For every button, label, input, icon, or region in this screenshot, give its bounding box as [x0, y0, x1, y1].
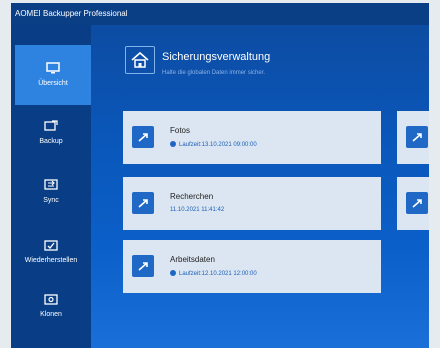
- title-bar: AOMEI Backupper Professional: [11, 3, 429, 25]
- backup-icon: [44, 120, 58, 132]
- folder-share-icon: [132, 192, 154, 214]
- task-card[interactable]: Recherchen 11.10.2021 11:41:42: [123, 177, 381, 230]
- task-card[interactable]: R: [397, 177, 429, 230]
- task-meta: Laufzeit:12.10.2021 12:00:00: [170, 270, 257, 277]
- sidebar-item-restore[interactable]: Wiederherstellen: [11, 233, 91, 293]
- folder-share-icon: [132, 255, 154, 277]
- app-window: AOMEI Backupper Professional Übersicht B…: [11, 3, 429, 348]
- sidebar-item-backup[interactable]: Backup: [11, 113, 91, 173]
- sidebar: Übersicht Backup Sync Wiederherstellen K: [11, 25, 91, 348]
- page-title: Sicherungsverwaltung: [162, 51, 271, 63]
- clone-icon: [44, 293, 58, 305]
- sidebar-item-label: Sync: [43, 197, 59, 204]
- task-card[interactable]: Fotos Laufzeit:13.10.2021 09:00:00: [123, 111, 381, 164]
- task-meta: 11.10.2021 11:41:42: [170, 207, 225, 213]
- page-subtitle: Halte die globalen Daten immer sicher.: [162, 70, 266, 76]
- folder-share-icon: [132, 126, 154, 148]
- sidebar-item-label: Backup: [39, 138, 63, 145]
- restore-icon: [44, 239, 58, 251]
- task-card[interactable]: S: [397, 111, 429, 164]
- sidebar-item-label: Übersicht: [38, 80, 68, 87]
- app-title: AOMEI Backupper Professional: [15, 9, 128, 18]
- sidebar-item-sync[interactable]: Sync: [11, 173, 91, 233]
- main-panel: Sicherungsverwaltung Halte die globalen …: [91, 25, 429, 348]
- task-name: Arbeitsdaten: [170, 255, 215, 264]
- sidebar-item-overview[interactable]: Übersicht: [15, 45, 91, 105]
- folder-share-icon: [406, 126, 428, 148]
- task-name: Fotos: [170, 126, 191, 135]
- sidebar-item-clone[interactable]: Klonen: [11, 287, 91, 347]
- sidebar-item-label: Klonen: [40, 311, 62, 318]
- home-icon: [125, 46, 155, 74]
- folder-share-icon: [406, 192, 428, 214]
- task-meta: Laufzeit:13.10.2021 09:00:00: [170, 141, 257, 148]
- task-card[interactable]: Arbeitsdaten Laufzeit:12.10.2021 12:00:0…: [123, 240, 381, 293]
- sync-icon: [44, 179, 58, 191]
- clock-icon: [170, 141, 176, 147]
- clock-icon: [170, 270, 176, 276]
- sidebar-item-label: Wiederherstellen: [24, 257, 78, 264]
- monitor-icon: [46, 62, 60, 74]
- task-name: Recherchen: [170, 192, 214, 201]
